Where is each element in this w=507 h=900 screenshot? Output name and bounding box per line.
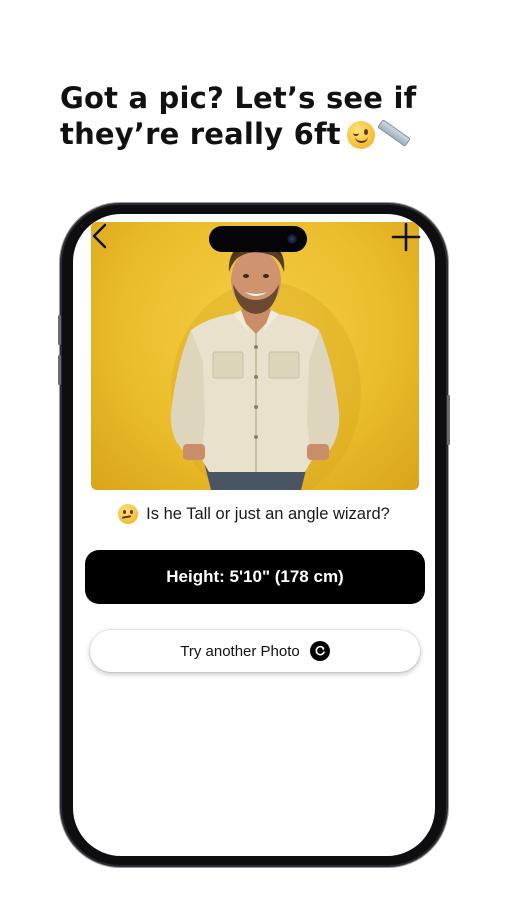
person-photo-illustration	[170, 238, 361, 490]
uploaded-photo	[91, 222, 419, 490]
camera-icon	[287, 234, 297, 244]
plus-icon	[391, 222, 421, 252]
headline: Got a pic? Let’s see if they’re really 6…	[60, 80, 500, 152]
winking-face-icon	[346, 121, 375, 149]
refresh-icon	[309, 641, 330, 661]
question-text: Is he Tall or just an angle wizard?	[146, 504, 390, 523]
height-result: Height: 5'10" (178 cm)	[85, 550, 425, 604]
thinking-face-icon	[118, 504, 139, 524]
back-button[interactable]	[87, 222, 113, 250]
try-another-photo-button[interactable]: Try another Photo	[90, 630, 420, 672]
try-another-photo-label: Try another Photo	[180, 642, 300, 660]
ruler-icon	[377, 119, 411, 147]
phone-mockup: Is he Tall or just an angle wizard? Heig…	[58, 205, 450, 865]
phone-volume-down	[58, 355, 61, 385]
height-result-text: Height: 5'10" (178 cm)	[166, 567, 344, 586]
add-photo-button[interactable]	[389, 220, 423, 254]
headline-line-1: Got a pic? Let’s see if	[60, 81, 417, 115]
app-screen: Is he Tall or just an angle wizard? Heig…	[73, 214, 435, 856]
headline-line-2-text: they’re really 6ft	[60, 117, 341, 151]
phone-volume-up	[58, 315, 61, 345]
question-prompt: Is he Tall or just an angle wizard?	[73, 504, 435, 524]
dynamic-island	[209, 226, 307, 252]
chevron-left-icon	[92, 223, 107, 249]
headline-line-2: they’re really 6ft	[60, 116, 500, 152]
phone-power-button	[447, 395, 450, 445]
